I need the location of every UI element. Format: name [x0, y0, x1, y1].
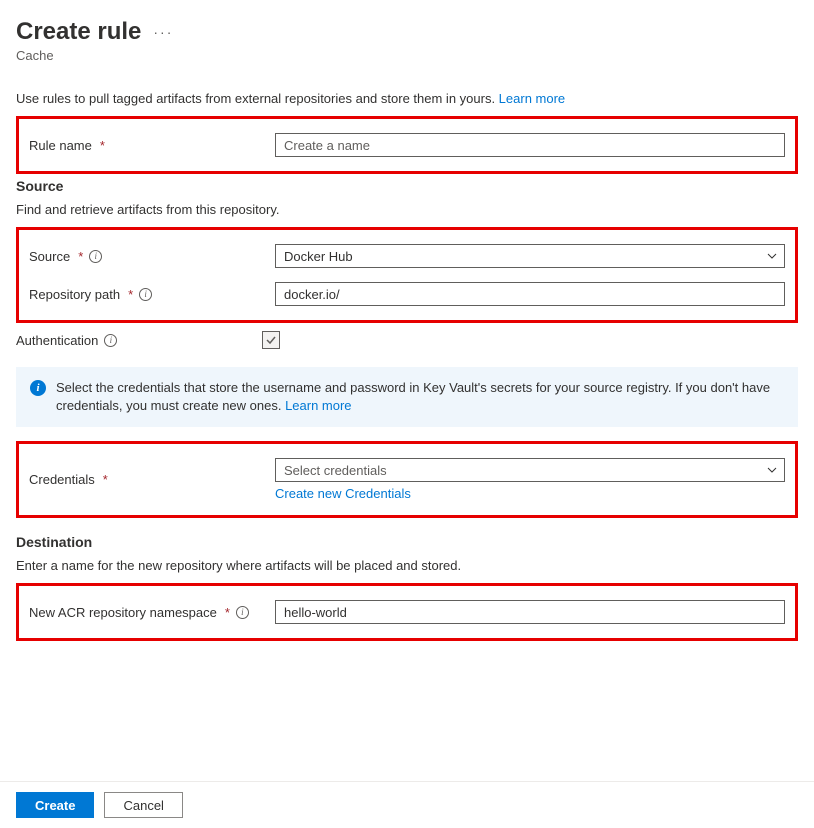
source-row: Source * i Docker Hub	[29, 244, 785, 268]
source-label: Source	[29, 249, 70, 264]
info-icon[interactable]: i	[139, 288, 152, 301]
source-highlight: Source * i Docker Hub Repository path * …	[16, 227, 798, 323]
more-actions-icon[interactable]: ···	[153, 24, 173, 40]
create-new-credentials-link[interactable]: Create new Credentials	[275, 486, 785, 501]
info-icon[interactable]: i	[104, 334, 117, 347]
cancel-button[interactable]: Cancel	[104, 792, 182, 818]
intro-learn-more-link[interactable]: Learn more	[499, 91, 565, 106]
rule-name-row: Rule name *	[29, 133, 785, 157]
destination-highlight: New ACR repository namespace * i	[16, 583, 798, 641]
chevron-down-icon	[766, 464, 778, 476]
info-banner-learn-more-link[interactable]: Learn more	[285, 398, 351, 413]
credentials-highlight: Credentials * Select credentials Create …	[16, 441, 798, 518]
page-subtitle: Cache	[16, 48, 798, 63]
destination-heading: Destination	[16, 534, 798, 550]
info-icon[interactable]: i	[236, 606, 249, 619]
intro-text: Use rules to pull tagged artifacts from …	[16, 91, 798, 106]
source-heading: Source	[16, 178, 798, 194]
authentication-checkbox[interactable]	[262, 331, 280, 349]
source-subheading: Find and retrieve artifacts from this re…	[16, 202, 798, 217]
required-star: *	[225, 605, 230, 620]
credentials-label: Credentials	[29, 472, 95, 487]
rule-name-label: Rule name	[29, 138, 92, 153]
namespace-row: New ACR repository namespace * i	[29, 600, 785, 624]
credentials-row: Credentials * Select credentials Create …	[29, 458, 785, 501]
rule-name-input[interactable]	[275, 133, 785, 157]
namespace-input[interactable]	[275, 600, 785, 624]
required-star: *	[78, 249, 83, 264]
destination-subheading: Enter a name for the new repository wher…	[16, 558, 798, 573]
page-title: Create rule	[16, 18, 141, 46]
authentication-row: Authentication i	[16, 331, 798, 349]
source-select-value: Docker Hub	[284, 249, 353, 264]
info-icon[interactable]: i	[89, 250, 102, 263]
credentials-info-banner: i Select the credentials that store the …	[16, 367, 798, 427]
credentials-select[interactable]: Select credentials	[275, 458, 785, 482]
namespace-label: New ACR repository namespace	[29, 605, 217, 620]
authentication-label: Authentication	[16, 333, 98, 348]
repo-path-input[interactable]	[275, 282, 785, 306]
page-title-row: Create rule ···	[16, 18, 798, 46]
chevron-down-icon	[766, 250, 778, 262]
repo-path-row: Repository path * i	[29, 282, 785, 306]
credentials-placeholder: Select credentials	[284, 463, 387, 478]
intro-body: Use rules to pull tagged artifacts from …	[16, 91, 499, 106]
create-button[interactable]: Create	[16, 792, 94, 818]
rule-name-highlight: Rule name *	[16, 116, 798, 174]
info-filled-icon: i	[30, 380, 46, 396]
source-select[interactable]: Docker Hub	[275, 244, 785, 268]
required-star: *	[100, 138, 105, 153]
footer: Create Cancel	[0, 781, 814, 828]
required-star: *	[103, 472, 108, 487]
info-banner-text: Select the credentials that store the us…	[56, 380, 770, 413]
repo-path-label: Repository path	[29, 287, 120, 302]
required-star: *	[128, 287, 133, 302]
